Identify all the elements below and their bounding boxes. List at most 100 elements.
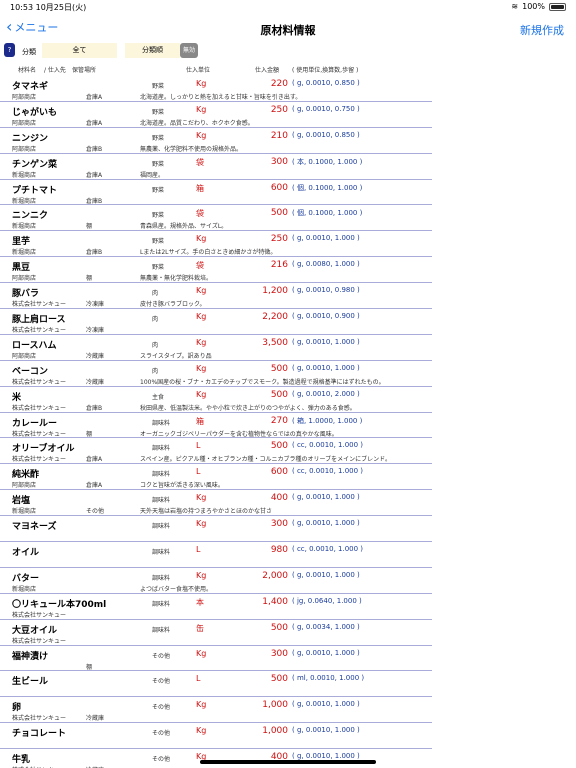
- table-row[interactable]: 豚バラ 株式会社サンキュー 冷凍庫 肉 Kg 1,200 ( g, 0.0010, 0.98…: [0, 283, 432, 310]
- row-detail: ( 箱, 1.0000, 1.000 ): [292, 416, 363, 425]
- table-row[interactable]: カレールー 株式会社サンキュー 棚 調味料 箱 270 ( 箱, 1.0000, 1.000…: [0, 413, 432, 439]
- row-name: 生ビール: [12, 677, 49, 688]
- table-row[interactable]: タマネギ 阿部商店 倉庫A 野菜 Kg 220 ( g, 0.0010, 0.850 ) 北海…: [0, 76, 432, 102]
- row-name: 牛乳: [12, 755, 31, 766]
- row-cat: 調味料: [152, 574, 171, 582]
- table-row[interactable]: 米株式会社サンキュー 倉庫B 主食 Kg 500 ( g, 0.0010, 2.000 )…: [0, 387, 432, 413]
- row-storage: 冷蔵庫: [86, 378, 105, 386]
- table-row[interactable]: チョコレート その他 Kg 1,000 ( g, 0.0010, 1.000 ): [0, 723, 432, 750]
- table-row[interactable]: オイル 調味料 L 980 ( cc, 0.0010, 1.000 ): [0, 542, 432, 568]
- row-supplier: 株式会社サンキュー: [12, 301, 67, 309]
- row-price: 500: [270, 363, 288, 374]
- table-row[interactable]: 岩塩 新堀商店 その他 調味料 Kg 400 ( g, 0.0010, 1.000 ) 天外天…: [0, 490, 432, 517]
- table-row[interactable]: 牛乳株式会社サンキュー冷蔵庫その他Kg400( g, 0.0010, 1.000…: [0, 749, 432, 768]
- row-detail: ( 個, 0.1000, 1.000 ): [292, 209, 363, 218]
- table-row[interactable]: チンゲン菜 新堀商店 倉庫A 野菜 袋 300 ( 本, 0.1000, 1.000 ) 福岡…: [0, 154, 432, 180]
- category-select[interactable]: 全て: [42, 43, 117, 58]
- table-row[interactable]: 福神漬け棚 その他 Kg 300 ( g, 0.0010, 1.000 ): [0, 646, 432, 672]
- table-row[interactable]: ロースハム 阿部商店 冷蔵庫 肉 Kg 3,500 ( g, 0.0010, 1.000 )…: [0, 335, 432, 361]
- row-unit: Kg: [196, 570, 207, 580]
- row-name: 黒豆: [12, 263, 31, 274]
- row-unit: Kg: [196, 726, 207, 736]
- row-note: 天外天塩は岩塩の持つまろやかさとほのかな甘さ: [140, 508, 273, 516]
- row-unit: 袋: [196, 261, 204, 271]
- row-name: ベーコン: [12, 366, 49, 377]
- row-cat: 調味料: [152, 445, 171, 453]
- table-row[interactable]: ニンニク 新堀商店 棚 野菜 袋 500 ( 個, 0.1000, 1.000 ) 青森県産。…: [0, 205, 432, 232]
- row-supplier: 阿部商店: [12, 119, 37, 127]
- row-note: 北海道産。品質こだわり、ホクホク食感。: [140, 119, 254, 127]
- row-note: 100%国産の桜・ブナ・カエデのチップでスモーク。製造過程で規格基準にはずれたも…: [140, 378, 385, 386]
- table-row[interactable]: ニンジン 阿部商店 倉庫B 野菜 Kg 210 ( g, 0.0010, 0.850 ) 無農…: [0, 128, 432, 154]
- row-cat: その他: [152, 678, 171, 686]
- row-cat: 調味料: [152, 471, 171, 479]
- row-note: 無農薬、化学肥料不使用の規格外品。: [140, 145, 243, 153]
- row-storage: 冷蔵庫: [86, 715, 105, 723]
- row-unit: L: [196, 545, 201, 555]
- row-name: 福神漬け: [12, 651, 49, 662]
- table-row[interactable]: 卵株式会社サンキュー 冷蔵庫 その他 Kg 1,000 ( g, 0.0010, 1.00…: [0, 697, 432, 724]
- row-cat: 調味料: [152, 419, 171, 427]
- sort-select[interactable]: 分類順: [125, 43, 180, 58]
- row-name: プチトマト: [12, 185, 58, 196]
- row-supplier: 阿部商店: [12, 145, 37, 153]
- row-name: ニンジン: [12, 133, 49, 144]
- row-unit: Kg: [196, 104, 207, 114]
- row-unit: 箱: [196, 183, 204, 193]
- new-button[interactable]: 新規作成: [520, 22, 564, 38]
- table-row[interactable]: ベーコン 株式会社サンキュー 冷蔵庫 肉 Kg 500 ( g, 0.0010, 1.000…: [0, 361, 432, 387]
- filter-toggle[interactable]: 無効: [180, 43, 198, 58]
- row-detail: ( g, 0.0010, 1.000 ): [292, 363, 360, 372]
- row-name: オイル: [12, 548, 40, 559]
- row-cat: 主食: [152, 393, 165, 401]
- row-detail: ( g, 0.0010, 1.000 ): [292, 648, 360, 657]
- row-detail: ( ml, 0.0010, 1.000 ): [292, 674, 365, 683]
- row-price: 1,400: [262, 596, 288, 607]
- table-row[interactable]: 〇リキュール本700ml 株式会社サンキュー 調味料 本 1,400 ( jg, 0.06…: [0, 594, 432, 620]
- row-price: 1,000: [262, 700, 288, 711]
- table-row[interactable]: プチトマト 新堀商店 倉庫B 野菜 箱 600 ( 個, 0.1000, 1.000 ): [0, 180, 432, 206]
- table-row[interactable]: 豚上肩ロース 株式会社サンキュー 冷凍庫 肉 Kg 2,200 ( g, 0.0010, 0…: [0, 309, 432, 335]
- row-storage: その他: [86, 508, 105, 516]
- row-storage: 倉庫A: [86, 456, 103, 464]
- help-button[interactable]: ?: [4, 43, 15, 57]
- row-cat: 肉: [152, 341, 159, 349]
- table-row[interactable]: 生ビール その他 L 500 ( ml, 0.0010, 1.000 ): [0, 671, 432, 698]
- row-price: 2,200: [262, 312, 288, 323]
- table-row[interactable]: 純米酢 阿部商店 倉庫A 調味料 L 600 ( cc, 0.0010, 1.000 ) コク…: [0, 464, 432, 491]
- row-price: 980: [270, 545, 288, 556]
- row-cat: 調味料: [152, 600, 171, 608]
- table-row[interactable]: マヨネーズ 調味料 Kg 300 ( g, 0.0010, 1.000 ): [0, 516, 432, 543]
- row-price: 3,500: [262, 337, 288, 348]
- row-note: 秋田県産、低温製法米。やや小粒で炊き上がりのつやがよく、弾力のある食感。: [140, 404, 356, 412]
- table-row[interactable]: 黒豆 阿部商店 棚 野菜 袋 216 ( g, 0.0080, 1.000 ) 無農薬・無化学…: [0, 257, 432, 284]
- column-header: 材料名 / 仕入先 保管場所 仕入単位 仕入金額 ( 使用単位,換算数,歩留 ): [0, 62, 440, 76]
- row-price: 1,200: [262, 286, 288, 297]
- page-title: 原材料情報: [260, 24, 316, 37]
- row-supplier: 株式会社サンキュー: [12, 404, 67, 412]
- row-unit: 本: [196, 597, 204, 607]
- row-note: 福岡産。: [140, 171, 165, 179]
- row-name: 里芋: [12, 237, 31, 248]
- row-note: スライスタイプ。訳あり品: [140, 352, 212, 360]
- table-row[interactable]: 里芋 新堀商店 倉庫B 野菜 Kg 250 ( g, 0.0010, 1.000 ) Lまたは…: [0, 231, 432, 258]
- table-row[interactable]: 大豆オイル 株式会社サンキュー 調味料 缶 500 ( g, 0.0034, 1.000 …: [0, 620, 432, 646]
- row-detail: ( g, 0.0010, 0.900 ): [292, 312, 360, 321]
- row-storage: 棚: [86, 663, 93, 671]
- table-row[interactable]: バター 新堀商店 調味料 Kg 2,000 ( g, 0.0010, 1.000 ) よつば…: [0, 568, 432, 594]
- header-name: 材料名: [18, 67, 37, 74]
- row-unit: 袋: [196, 157, 204, 167]
- row-unit: Kg: [196, 130, 207, 140]
- row-price: 500: [270, 441, 288, 452]
- table-row[interactable]: じゃがいも 阿部商店 倉庫A 野菜 Kg 250 ( g, 0.0010, 0.750 ) 北…: [0, 102, 432, 128]
- row-note: オーガニックゴジベリーパウダーを含む植物性ならではの真やかな風味。: [140, 430, 338, 438]
- row-price: 216: [270, 260, 288, 271]
- row-storage: 棚: [86, 275, 93, 283]
- row-price: 250: [270, 104, 288, 115]
- row-supplier: 新堀商店: [12, 508, 37, 516]
- table-row[interactable]: オリーブオイル 株式会社サンキュー 倉庫A 調味料 L 500 ( cc, 0.0010, …: [0, 438, 432, 465]
- row-storage: 倉庫B: [86, 404, 103, 412]
- row-name: オリーブオイル: [12, 444, 75, 455]
- header-unit: 仕入単位: [186, 67, 211, 74]
- row-storage: 倉庫A: [86, 119, 103, 127]
